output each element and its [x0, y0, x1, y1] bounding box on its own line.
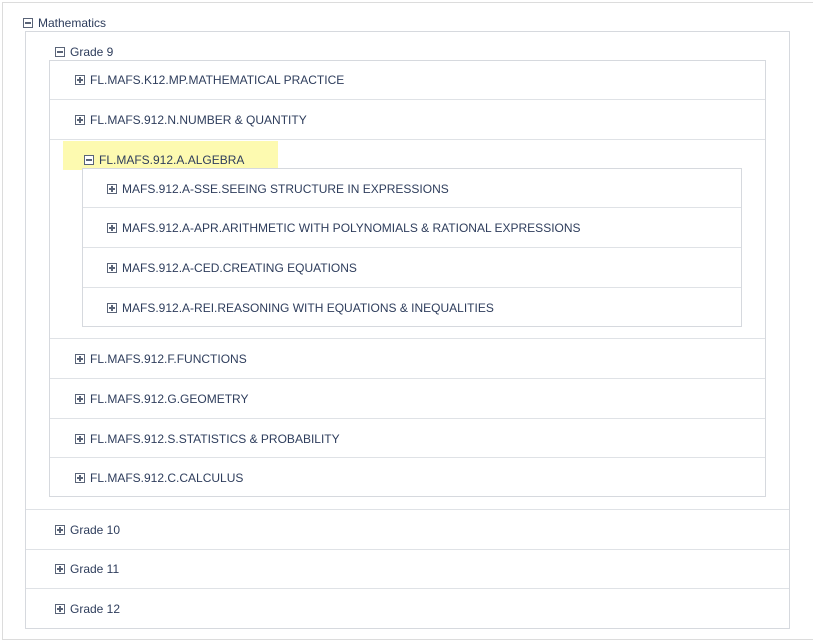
tree-node-label: FL.MAFS.K12.MP.MATHEMATICAL PRACTICE: [90, 72, 345, 87]
tree-node-grade-10[interactable]: Grade 10: [55, 522, 120, 537]
tree-node-label: FL.MAFS.912.A.ALGEBRA: [99, 152, 245, 167]
collapse-icon[interactable]: [23, 17, 33, 28]
tree-node-cluster-sse[interactable]: MAFS.912.A-SSE.SEEING STRUCTURE IN EXPRE…: [107, 181, 449, 196]
divider: [50, 338, 765, 339]
expand-icon[interactable]: [75, 393, 85, 404]
collapse-icon[interactable]: [84, 154, 94, 165]
tree-node-label: MAFS.912.A-CED.CREATING EQUATIONS: [122, 260, 357, 275]
tree-node-standard-algebra[interactable]: FL.MAFS.912.A.ALGEBRA: [84, 152, 244, 167]
tree-node-standard-g[interactable]: FL.MAFS.912.G.GEOMETRY: [75, 391, 248, 406]
tree-node-cluster-apr[interactable]: MAFS.912.A-APR.ARITHMETIC WITH POLYNOMIA…: [107, 220, 581, 235]
tree-node-standard-f[interactable]: FL.MAFS.912.F.FUNCTIONS: [75, 351, 247, 366]
divider: [50, 378, 765, 379]
divider: [50, 99, 765, 100]
expand-icon[interactable]: [55, 524, 65, 535]
tree-node-label: Grade 9: [70, 44, 114, 59]
collapse-icon[interactable]: [55, 46, 65, 57]
tree-node-cluster-ced[interactable]: MAFS.912.A-CED.CREATING EQUATIONS: [107, 260, 357, 275]
tree-node-label: MAFS.912.A-REI.REASONING WITH EQUATIONS …: [122, 300, 494, 315]
tree-node-mathematics[interactable]: Mathematics: [23, 15, 106, 30]
tree-node-grade-12[interactable]: Grade 12: [55, 601, 120, 616]
expand-icon[interactable]: [107, 222, 117, 233]
tree-node-label: Grade 11: [70, 561, 120, 576]
tree-node-label: FL.MAFS.912.N.NUMBER & QUANTITY: [90, 112, 307, 127]
expand-icon[interactable]: [75, 353, 85, 364]
tree-node-standard-s[interactable]: FL.MAFS.912.S.STATISTICS & PROBABILITY: [75, 431, 340, 446]
expand-icon[interactable]: [107, 183, 117, 194]
expand-icon[interactable]: [55, 563, 65, 574]
expand-icon[interactable]: [107, 262, 117, 273]
tree-node-label: FL.MAFS.912.F.FUNCTIONS: [90, 351, 247, 366]
tree-node-label: FL.MAFS.912.G.GEOMETRY: [90, 391, 249, 406]
divider: [50, 418, 765, 419]
tree-node-label: MAFS.912.A-SSE.SEEING STRUCTURE IN EXPRE…: [122, 181, 449, 196]
tree-node-grade-11[interactable]: Grade 11: [55, 561, 119, 576]
divider: [50, 139, 765, 140]
expand-icon[interactable]: [55, 603, 65, 614]
expand-icon[interactable]: [75, 472, 85, 483]
expand-icon[interactable]: [75, 74, 85, 85]
tree-node-label: FL.MAFS.912.S.STATISTICS & PROBABILITY: [90, 431, 340, 446]
divider: [83, 207, 741, 208]
divider: [26, 549, 789, 550]
tree-node-label: FL.MAFS.912.C.CALCULUS: [90, 470, 244, 485]
divider: [50, 457, 765, 458]
divider: [83, 247, 741, 248]
tree-node-label: Grade 12: [70, 601, 121, 616]
tree-node-grade-9[interactable]: Grade 9: [55, 44, 113, 59]
tree-node-standard-n[interactable]: FL.MAFS.912.N.NUMBER & QUANTITY: [75, 112, 307, 127]
tree-node-standard-c[interactable]: FL.MAFS.912.C.CALCULUS: [75, 470, 243, 485]
divider: [26, 588, 789, 589]
divider: [26, 509, 789, 510]
tree-node-label: Mathematics: [38, 15, 107, 30]
divider: [83, 287, 741, 288]
tree-node-standard-mp[interactable]: FL.MAFS.K12.MP.MATHEMATICAL PRACTICE: [75, 72, 344, 87]
expand-icon[interactable]: [75, 433, 85, 444]
expand-icon[interactable]: [75, 114, 85, 125]
tree-node-label: MAFS.912.A-APR.ARITHMETIC WITH POLYNOMIA…: [122, 220, 581, 235]
expand-icon[interactable]: [107, 302, 117, 313]
tree-node-label: Grade 10: [70, 522, 121, 537]
tree-node-cluster-rei[interactable]: MAFS.912.A-REI.REASONING WITH EQUATIONS …: [107, 300, 494, 315]
